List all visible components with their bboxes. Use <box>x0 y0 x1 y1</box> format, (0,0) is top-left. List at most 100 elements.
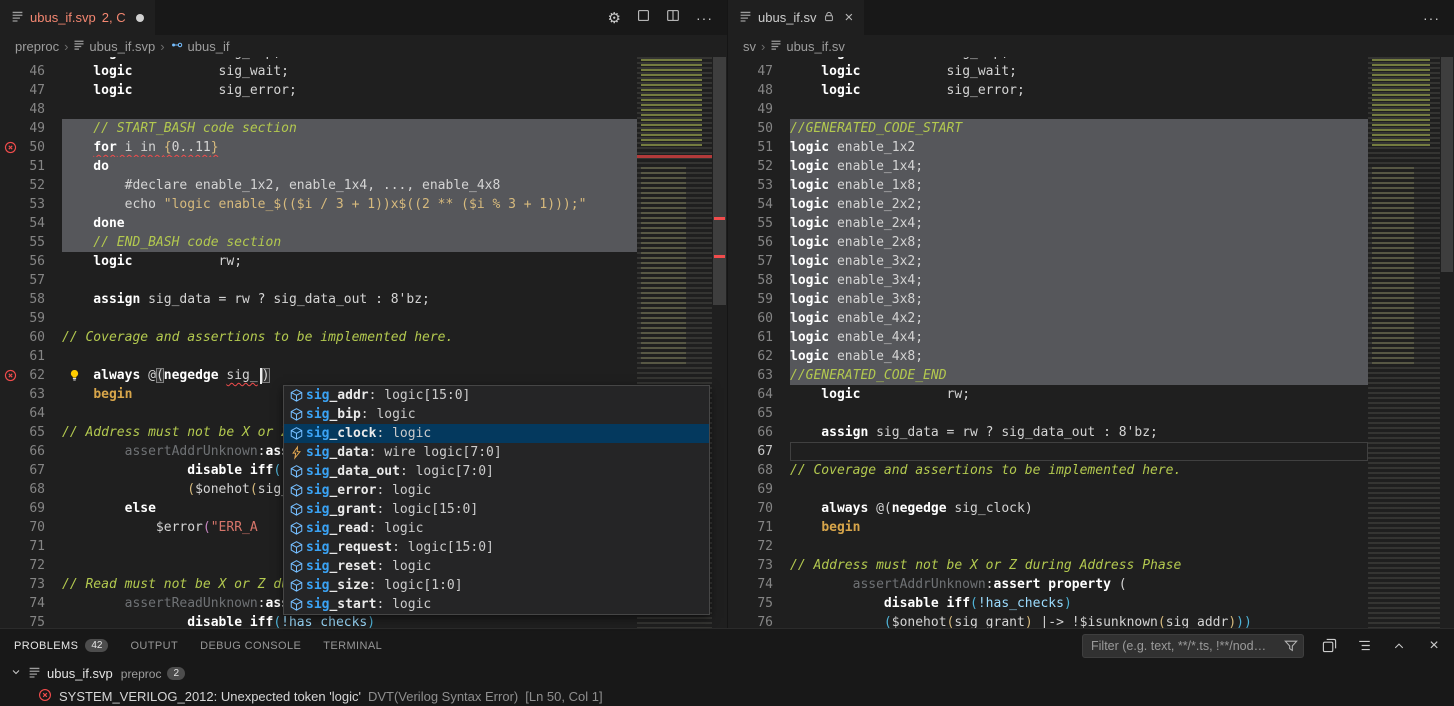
code-text[interactable]: assign sig_data = rw ? sig_data_out : 8'… <box>790 423 1368 442</box>
view-as-table-icon[interactable] <box>1319 636 1339 656</box>
layout-icon[interactable] <box>637 9 650 27</box>
collapse-all-icon[interactable] <box>1354 636 1374 656</box>
code-text[interactable]: //GENERATED_CODE_END <box>790 366 1368 385</box>
code-text[interactable] <box>62 100 637 119</box>
breadcrumb-item[interactable]: ubus_if.svp <box>73 39 155 54</box>
code-editor-right[interactable]: 46 logic sig_bip;47 logic sig_wait;48 lo… <box>728 57 1454 628</box>
settings-gear-icon[interactable]: ⚙ <box>608 9 621 27</box>
scrollbar[interactable] <box>1440 57 1454 628</box>
suggest-item[interactable]: sig_grant: logic[15:0] <box>284 500 709 519</box>
more-actions-icon[interactable]: ··· <box>1423 10 1440 26</box>
code-text[interactable]: logic enable_4x2; <box>790 309 1368 328</box>
scrollbar[interactable] <box>712 57 727 628</box>
code-text[interactable]: logic sig_wait; <box>790 62 1368 81</box>
code-text[interactable]: // START_BASH code section <box>62 119 637 138</box>
code-text[interactable]: disable iff(!has_checks) <box>62 613 637 628</box>
tab-terminal[interactable]: TERMINAL <box>323 640 382 652</box>
code-text[interactable]: logic enable_1x2 <box>790 138 1368 157</box>
gutter: 50 <box>0 138 62 157</box>
code-text[interactable]: disable iff(!has_checks) <box>790 594 1368 613</box>
maximize-panel-icon[interactable] <box>1389 636 1409 656</box>
more-actions-icon[interactable]: ··· <box>696 10 713 26</box>
breadcrumb-item[interactable]: ubus_if.sv <box>770 39 845 54</box>
code-text[interactable]: // Address must not be X or Z during Add… <box>790 556 1368 575</box>
code-text[interactable]: done <box>62 214 637 233</box>
code-text[interactable]: assertAddrUnknown:assert property ( <box>790 575 1368 594</box>
code-text[interactable]: // Coverage and assertions to be impleme… <box>790 461 1368 480</box>
code-text[interactable]: always @(negedge sig_clock) <box>790 499 1368 518</box>
scrollbar-thumb[interactable] <box>713 57 726 305</box>
tab-problems[interactable]: PROBLEMS42 <box>14 639 108 652</box>
chevron-down-icon[interactable] <box>10 666 22 681</box>
tab-debug-console[interactable]: DEBUG CONSOLE <box>200 640 301 652</box>
scrollbar-thumb[interactable] <box>1441 57 1453 272</box>
suggest-item[interactable]: sig_bip: logic <box>284 405 709 424</box>
code-text[interactable]: // END_BASH code section <box>62 233 637 252</box>
modified-dot-icon[interactable] <box>136 14 144 22</box>
code-text[interactable]: // Coverage and assertions to be impleme… <box>62 328 637 347</box>
code-text[interactable] <box>62 347 637 366</box>
breadcrumb-item[interactable]: preproc <box>15 39 59 54</box>
code-text[interactable] <box>790 480 1368 499</box>
code-text[interactable]: assign sig_data = rw ? sig_data_out : 8'… <box>62 290 637 309</box>
code-text[interactable]: for i in {0..11} <box>62 138 637 157</box>
code-text[interactable]: logic sig_error; <box>62 81 637 100</box>
filter-funnel-icon[interactable] <box>1284 639 1298 658</box>
code-text[interactable]: logic enable_3x4; <box>790 271 1368 290</box>
suggest-item[interactable]: sig_start: logic <box>284 595 709 614</box>
code-text[interactable]: ($onehot(sig_grant) |-> !$isunknown(sig_… <box>790 613 1368 628</box>
file-icon <box>73 39 85 54</box>
suggest-item[interactable]: sig_data: wire logic[7:0] <box>284 443 709 462</box>
code-text[interactable]: logic rw; <box>790 385 1368 404</box>
code-text[interactable]: logic enable_3x2; <box>790 252 1368 271</box>
tab-ubus-if-sv[interactable]: ubus_if.sv × <box>728 0 864 35</box>
suggest-item[interactable]: sig_addr: logic[15:0] <box>284 386 709 405</box>
code-text[interactable]: #declare enable_1x2, enable_1x4, ..., en… <box>62 176 637 195</box>
minimap[interactable] <box>1368 57 1440 628</box>
tab-output[interactable]: OUTPUT <box>130 640 178 652</box>
code-text[interactable]: logic sig_wait; <box>62 62 637 81</box>
line-number: 73 <box>20 575 62 594</box>
suggest-item[interactable]: sig_data_out: logic[7:0] <box>284 462 709 481</box>
suggest-item[interactable]: sig_reset: logic <box>284 557 709 576</box>
suggest-item[interactable]: sig_size: logic[1:0] <box>284 576 709 595</box>
code-text[interactable]: logic enable_2x8; <box>790 233 1368 252</box>
gutter: 59 <box>0 309 62 328</box>
filter-input[interactable] <box>1082 634 1304 658</box>
code-text[interactable]: logic enable_1x8; <box>790 176 1368 195</box>
code-text[interactable]: logic sig_error; <box>790 81 1368 100</box>
close-panel-icon[interactable]: × <box>1424 636 1444 656</box>
line-number: 65 <box>20 423 62 442</box>
line-number: 59 <box>748 290 790 309</box>
code-text[interactable]: logic enable_4x8; <box>790 347 1368 366</box>
code-text[interactable]: begin <box>790 518 1368 537</box>
problem-row[interactable]: SYSTEM_VERILOG_2012: Unexpected token 'l… <box>0 685 1454 706</box>
suggest-item[interactable]: sig_read: logic <box>284 519 709 538</box>
code-text[interactable]: logic enable_2x4; <box>790 214 1368 233</box>
code-text[interactable]: logic enable_4x4; <box>790 328 1368 347</box>
code-text[interactable]: //GENERATED_CODE_START <box>790 119 1368 138</box>
code-text[interactable]: do <box>62 157 637 176</box>
code-text[interactable] <box>62 271 637 290</box>
code-text[interactable] <box>62 309 637 328</box>
suggest-item[interactable]: sig_error: logic <box>284 481 709 500</box>
code-text[interactable]: logic enable_2x2; <box>790 195 1368 214</box>
code-text[interactable]: logic enable_3x8; <box>790 290 1368 309</box>
tab-ubus-if-svp[interactable]: ubus_if.svp 2, C <box>0 0 155 35</box>
code-text[interactable]: always @(negedge sig_) <box>62 366 637 385</box>
code-text[interactable] <box>790 537 1368 556</box>
close-tab-icon[interactable]: × <box>845 10 854 25</box>
code-text[interactable]: logic rw; <box>62 252 637 271</box>
breadcrumb-item[interactable]: sv <box>743 39 756 54</box>
suggest-item[interactable]: sig_request: logic[15:0] <box>284 538 709 557</box>
breadcrumb-item[interactable]: ubus_if <box>170 39 230 54</box>
code-text[interactable]: logic enable_1x4; <box>790 157 1368 176</box>
problem-file-row[interactable]: ubus_if.svp preproc 2 <box>0 662 1454 685</box>
suggest-item[interactable]: sig_clock: logic <box>284 424 709 443</box>
code-text[interactable] <box>790 442 1368 461</box>
code-text[interactable] <box>790 100 1368 119</box>
code-text[interactable]: echo "logic enable_$(($i / 3 + 1))x$((2 … <box>62 195 637 214</box>
line-number: 70 <box>20 518 62 537</box>
split-editor-icon[interactable] <box>666 9 680 27</box>
code-text[interactable] <box>790 404 1368 423</box>
